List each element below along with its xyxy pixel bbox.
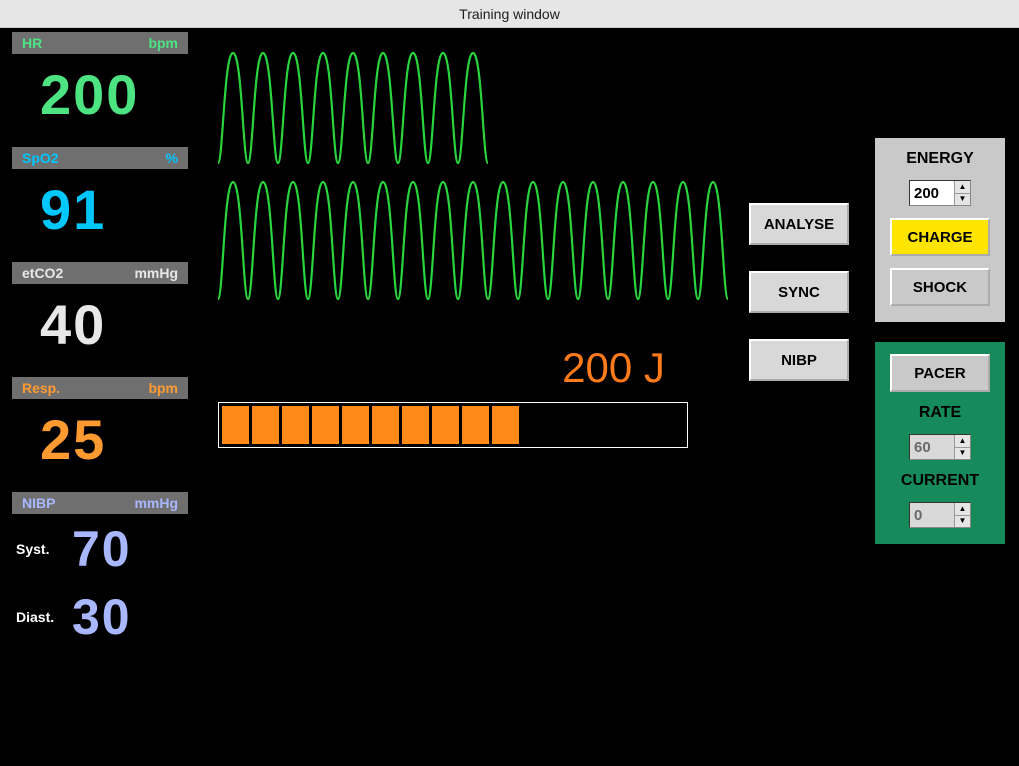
vital-etco2-value: 40 (12, 284, 188, 369)
vitals-column: HR bpm 200 SpO2 % 91 etCO2 mmHg 40 Resp.… (0, 28, 200, 766)
vital-etco2: etCO2 mmHg 40 (0, 262, 200, 377)
vital-hr-label: HR (22, 35, 42, 51)
vital-etco2-header: etCO2 mmHg (12, 262, 188, 284)
current-up-icon[interactable]: ▲ (955, 503, 970, 516)
pacer-panel: PACER RATE ▲ ▼ CURRENT ▲ ▼ (875, 342, 1005, 544)
vital-nibp-label: NIBP (22, 495, 55, 511)
current-input[interactable] (910, 503, 954, 527)
energy-down-icon[interactable]: ▼ (955, 194, 970, 206)
vital-resp-label: Resp. (22, 380, 60, 396)
charge-segment (252, 406, 279, 444)
rate-label: RATE (919, 404, 961, 422)
charge-segment (492, 406, 519, 444)
window-title: Training window (0, 0, 1019, 28)
ecg-waveform-2 (218, 174, 728, 304)
energy-input[interactable] (910, 181, 954, 205)
charge-progress-bar (218, 402, 688, 448)
energy-panel: ENERGY ▲ ▼ CHARGE SHOCK (875, 138, 1005, 322)
charge-button[interactable]: CHARGE (890, 218, 990, 256)
nibp-systolic-row: Syst. 70 (12, 514, 188, 582)
rate-input[interactable] (910, 435, 954, 459)
vital-spo2: SpO2 % 91 (0, 147, 200, 262)
charge-segment (312, 406, 339, 444)
sync-button[interactable]: SYNC (749, 271, 849, 313)
vital-nibp-header: NIBP mmHg (12, 492, 188, 514)
vital-etco2-label: etCO2 (22, 265, 63, 281)
vital-resp-unit: bpm (148, 380, 178, 396)
shock-button[interactable]: SHOCK (890, 268, 990, 306)
charge-segment (342, 406, 369, 444)
energy-spinner[interactable]: ▲ ▼ (909, 180, 971, 206)
vital-etco2-unit: mmHg (134, 265, 178, 281)
right-panels: ENERGY ▲ ▼ CHARGE SHOCK PACER RATE ▲ ▼ (875, 138, 1005, 544)
charge-segment (222, 406, 249, 444)
nibp-systolic-value: 70 (72, 520, 132, 578)
ecg-waveform-1 (218, 48, 498, 168)
charge-segment (282, 406, 309, 444)
charge-segment (402, 406, 429, 444)
rate-up-icon[interactable]: ▲ (955, 435, 970, 448)
vital-spo2-value: 91 (12, 169, 188, 254)
vital-hr-header: HR bpm (12, 32, 188, 54)
vital-spo2-header: SpO2 % (12, 147, 188, 169)
charge-segment (432, 406, 459, 444)
current-spinner[interactable]: ▲ ▼ (909, 502, 971, 528)
vital-resp-value: 25 (12, 399, 188, 484)
vital-nibp: NIBP mmHg Syst. 70 Diast. 30 (0, 492, 200, 650)
current-label: CURRENT (901, 472, 979, 490)
nibp-button[interactable]: NIBP (749, 339, 849, 381)
nibp-diastolic-label: Diast. (16, 609, 60, 625)
nibp-diastolic-value: 30 (72, 588, 132, 646)
vital-resp: Resp. bpm 25 (0, 377, 200, 492)
vital-hr: HR bpm 200 (0, 32, 200, 147)
vital-resp-header: Resp. bpm (12, 377, 188, 399)
current-down-icon[interactable]: ▼ (955, 516, 970, 528)
nibp-systolic-label: Syst. (16, 541, 60, 557)
vital-spo2-unit: % (166, 150, 178, 166)
vital-spo2-label: SpO2 (22, 150, 59, 166)
pacer-button[interactable]: PACER (890, 354, 990, 392)
analyse-button[interactable]: ANALYSE (749, 203, 849, 245)
app-root: HR bpm 200 SpO2 % 91 etCO2 mmHg 40 Resp.… (0, 28, 1019, 766)
energy-title: ENERGY (906, 150, 974, 168)
nibp-diastolic-row: Diast. 30 (12, 582, 188, 650)
charge-segment (462, 406, 489, 444)
vital-hr-unit: bpm (148, 35, 178, 51)
rate-spinner[interactable]: ▲ ▼ (909, 434, 971, 460)
action-buttons: ANALYSE SYNC NIBP (749, 203, 849, 381)
vital-nibp-unit: mmHg (134, 495, 178, 511)
rate-down-icon[interactable]: ▼ (955, 448, 970, 460)
vital-hr-value: 200 (12, 54, 188, 139)
charge-segment (372, 406, 399, 444)
energy-up-icon[interactable]: ▲ (955, 181, 970, 194)
